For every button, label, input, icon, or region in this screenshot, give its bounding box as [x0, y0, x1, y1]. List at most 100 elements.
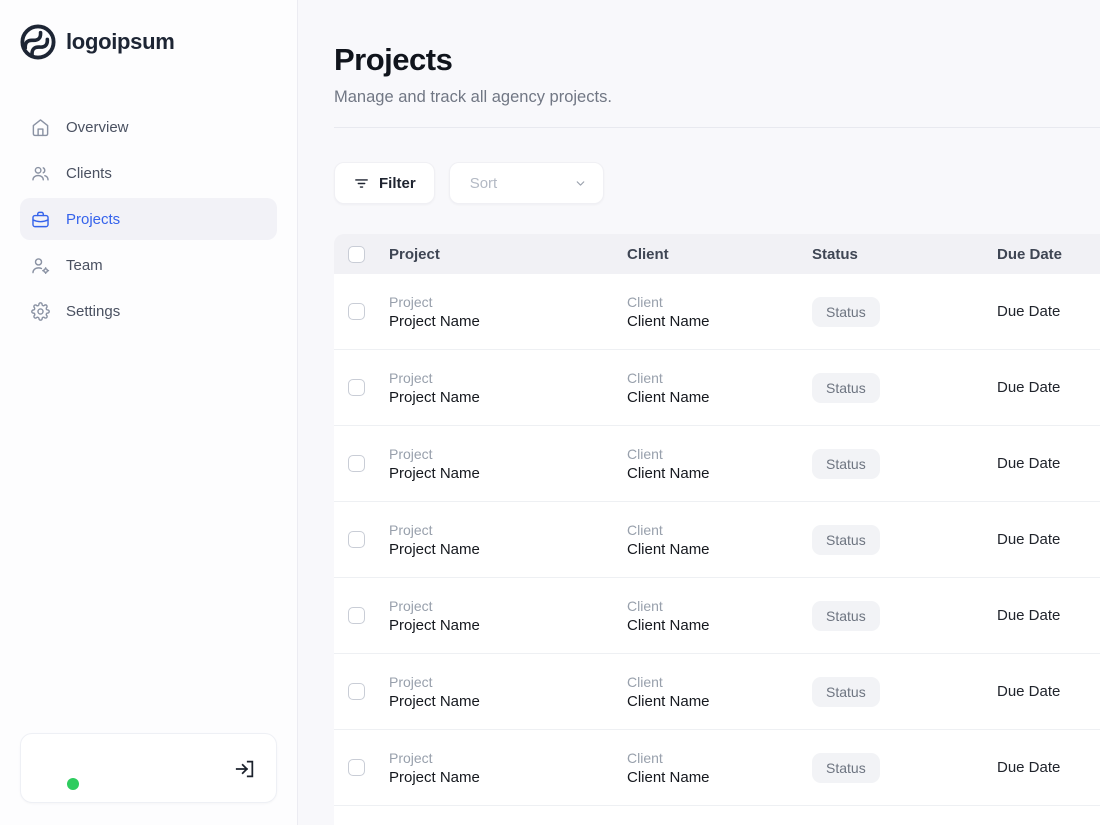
column-header-client: Client: [627, 246, 812, 263]
project-cell-value: Project Name: [389, 541, 627, 558]
row-checkbox[interactable]: [348, 303, 365, 320]
project-cell-value: Project Name: [389, 313, 627, 330]
row-checkbox[interactable]: [348, 379, 365, 396]
table-row[interactable]: Project Project Name Client Client Name …: [334, 654, 1100, 730]
due-date-cell: Due Date: [997, 607, 1100, 624]
client-cell: Client Client Name: [627, 598, 812, 634]
logoipsum-icon: [20, 24, 56, 60]
users-icon: [31, 164, 50, 183]
status-badge: Status: [812, 677, 880, 707]
status-cell: Status: [812, 373, 997, 403]
sidebar-item-overview[interactable]: Overview: [20, 106, 277, 148]
log-in-icon[interactable]: [234, 758, 256, 780]
home-icon: [31, 118, 50, 137]
select-all-checkbox[interactable]: [348, 246, 365, 263]
status-badge: Status: [812, 601, 880, 631]
project-cell: Project Project Name: [389, 750, 627, 786]
client-cell: Client Client Name: [627, 446, 812, 482]
filter-lines-icon: [353, 175, 370, 192]
sidebar-item-label: Settings: [66, 303, 120, 320]
gear-icon: [31, 302, 50, 321]
due-date-cell: Due Date: [997, 531, 1100, 548]
project-cell-value: Project Name: [389, 617, 627, 634]
table-row[interactable]: Project Project Name Client Client Name …: [334, 806, 1100, 825]
status-badge: Status: [812, 449, 880, 479]
filter-button-label: Filter: [379, 175, 416, 192]
sidebar-footer-card: [20, 733, 277, 803]
project-cell-value: Project Name: [389, 389, 627, 406]
sidebar-item-projects[interactable]: Projects: [20, 198, 277, 240]
client-cell-label: Client: [627, 446, 812, 462]
column-header-status: Status: [812, 246, 997, 263]
row-checkbox[interactable]: [348, 455, 365, 472]
green-status-dot: [67, 778, 79, 790]
project-cell-label: Project: [389, 598, 627, 614]
row-checkbox[interactable]: [348, 683, 365, 700]
client-cell-value: Client Name: [627, 389, 812, 406]
table-row[interactable]: Project Project Name Client Client Name …: [334, 350, 1100, 426]
filter-button[interactable]: Filter: [334, 162, 435, 204]
client-cell-value: Client Name: [627, 313, 812, 330]
table-row[interactable]: Project Project Name Client Client Name …: [334, 274, 1100, 350]
project-cell: Project Project Name: [389, 370, 627, 406]
page-header: Projects Manage and track all agency pro…: [334, 42, 1100, 128]
sidebar-item-settings[interactable]: Settings: [20, 290, 277, 332]
sidebar-item-label: Clients: [66, 165, 112, 182]
logo-text: logoipsum: [66, 29, 175, 55]
page-subtitle: Manage and track all agency projects.: [334, 88, 1100, 107]
project-cell: Project Project Name: [389, 294, 627, 330]
due-date-cell: Due Date: [997, 683, 1100, 700]
sort-select-value: Sort: [470, 175, 498, 192]
toolbar: Filter Sort: [334, 162, 1100, 204]
status-badge: Status: [812, 297, 880, 327]
status-cell: Status: [812, 297, 997, 327]
status-cell: Status: [812, 601, 997, 631]
status-cell: Status: [812, 677, 997, 707]
row-checkbox[interactable]: [348, 531, 365, 548]
project-cell-value: Project Name: [389, 769, 627, 786]
client-cell-label: Client: [627, 750, 812, 766]
client-cell-value: Client Name: [627, 541, 812, 558]
status-badge: Status: [812, 525, 880, 555]
projects-table: Project Client Status Due Date Project P…: [334, 234, 1100, 825]
project-cell-label: Project: [389, 674, 627, 690]
due-date-cell: Due Date: [997, 455, 1100, 472]
page-title: Projects: [334, 42, 1100, 78]
client-cell-label: Client: [627, 674, 812, 690]
client-cell: Client Client Name: [627, 370, 812, 406]
project-cell: Project Project Name: [389, 674, 627, 710]
client-cell-label: Client: [627, 370, 812, 386]
project-cell: Project Project Name: [389, 598, 627, 634]
table-row[interactable]: Project Project Name Client Client Name …: [334, 578, 1100, 654]
table-row[interactable]: Project Project Name Client Client Name …: [334, 426, 1100, 502]
status-badge: Status: [812, 753, 880, 783]
client-cell: Client Client Name: [627, 522, 812, 558]
sidebar: logoipsum Overview Clients: [0, 0, 298, 825]
main-content: Projects Manage and track all agency pro…: [298, 0, 1100, 825]
row-checkbox[interactable]: [348, 759, 365, 776]
logo: logoipsum: [20, 24, 277, 60]
table-header-row: Project Client Status Due Date: [334, 234, 1100, 274]
table-row[interactable]: Project Project Name Client Client Name …: [334, 502, 1100, 578]
sort-select[interactable]: Sort: [449, 162, 604, 204]
sidebar-nav: Overview Clients Projects: [20, 106, 277, 332]
column-header-due-date: Due Date: [997, 246, 1100, 263]
client-cell: Client Client Name: [627, 294, 812, 330]
row-checkbox[interactable]: [348, 607, 365, 624]
client-cell-value: Client Name: [627, 465, 812, 482]
project-cell: Project Project Name: [389, 446, 627, 482]
sidebar-item-label: Overview: [66, 119, 129, 136]
client-cell-value: Client Name: [627, 617, 812, 634]
status-cell: Status: [812, 525, 997, 555]
status-cell: Status: [812, 753, 997, 783]
project-cell-label: Project: [389, 522, 627, 538]
project-cell-label: Project: [389, 750, 627, 766]
table-row[interactable]: Project Project Name Client Client Name …: [334, 730, 1100, 806]
briefcase-icon: [31, 210, 50, 229]
project-cell-label: Project: [389, 294, 627, 310]
project-cell-value: Project Name: [389, 693, 627, 710]
due-date-cell: Due Date: [997, 759, 1100, 776]
status-cell: Status: [812, 449, 997, 479]
sidebar-item-clients[interactable]: Clients: [20, 152, 277, 194]
sidebar-item-team[interactable]: Team: [20, 244, 277, 286]
